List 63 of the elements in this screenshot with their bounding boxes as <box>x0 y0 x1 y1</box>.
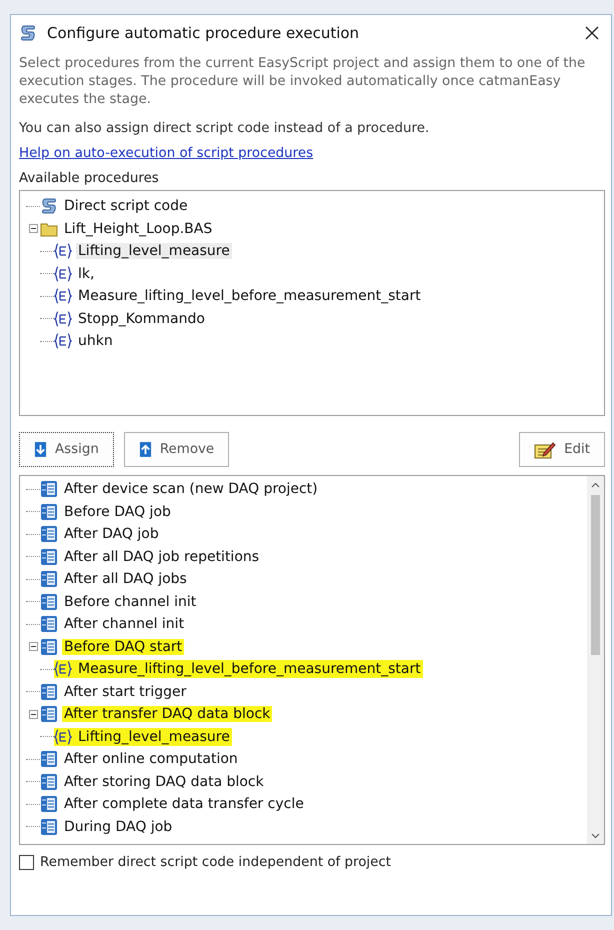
help-link[interactable]: Help on auto-execution of script procedures <box>19 146 314 161</box>
checkbox[interactable] <box>19 855 34 870</box>
stage-item[interactable]: After start trigger <box>62 684 188 700</box>
collapse-toggle[interactable] <box>28 642 38 652</box>
scroll-icon <box>19 24 37 42</box>
notepad-pencil-icon <box>534 440 556 458</box>
tree-item[interactable]: lk, <box>76 266 96 282</box>
procedure-icon <box>54 310 72 328</box>
stage-item[interactable]: After transfer DAQ data block <box>62 706 272 722</box>
close-icon <box>583 24 601 42</box>
stage-icon <box>40 592 58 611</box>
note-text: You can also assign direct script code instead of a procedure. <box>19 121 430 136</box>
stage-icon <box>40 548 58 566</box>
description-text: Select procedures from the current EasyScript project and assign them to one of the execution stages. The procedure will be invoked automatically once catmanEasy executes the stage. <box>19 55 586 109</box>
procedure-icon <box>54 242 72 260</box>
stage-icon <box>40 750 58 768</box>
stage-item[interactable]: After channel init <box>62 616 186 632</box>
stage-item[interactable]: After DAQ job <box>62 526 161 542</box>
checkbox-label: Remember direct script code independent of project <box>40 855 391 870</box>
stage-item[interactable]: After all DAQ job repetitions <box>62 548 262 565</box>
tree-item[interactable]: Measure_lifting_level_before_measurement_start <box>76 288 423 304</box>
stage-item[interactable]: After all DAQ jobs <box>62 571 189 588</box>
stage-icon <box>40 705 58 724</box>
stage-icon <box>40 772 58 791</box>
chevron-down-icon <box>591 832 600 838</box>
stage-icon <box>40 502 58 521</box>
procedure-icon <box>54 332 72 350</box>
stage-item[interactable]: After online computation <box>62 751 240 768</box>
stage-icon <box>40 615 58 634</box>
assign-button[interactable]: Assign <box>19 432 114 467</box>
stage-icon <box>40 795 58 814</box>
stage-item[interactable]: After storing DAQ data block <box>62 774 266 790</box>
down-arrow-icon <box>34 441 47 458</box>
stage-item[interactable]: After complete data transfer cycle <box>62 796 306 812</box>
stage-item[interactable]: Before channel init <box>62 594 198 610</box>
tree-item[interactable]: uhkn <box>76 333 115 350</box>
tree-item[interactable]: Lift_Height_Loop.BAS <box>62 220 214 237</box>
tree-item[interactable]: Stopp_Kommando <box>76 310 207 327</box>
collapse-toggle[interactable] <box>28 710 38 719</box>
tree-item[interactable]: Direct script code <box>62 198 190 214</box>
remove-button[interactable]: Remove <box>124 432 230 467</box>
stage-item[interactable]: During DAQ job <box>62 818 174 835</box>
procedure-icon <box>54 728 72 746</box>
scroll-icon <box>40 197 58 216</box>
stage-item[interactable]: Before DAQ job <box>62 504 173 520</box>
up-arrow-icon <box>138 441 152 458</box>
stage-icon <box>40 818 58 836</box>
chevron-up-icon <box>591 482 600 488</box>
stage-icon <box>40 638 58 656</box>
collapse-toggle[interactable] <box>28 224 38 234</box>
stage-item[interactable]: After device scan (new DAQ project) <box>62 481 320 498</box>
procedure-icon <box>54 287 72 306</box>
edit-button[interactable]: Edit <box>519 432 605 467</box>
procedure-icon <box>54 660 72 678</box>
tree-item[interactable]: Lifting_level_measure <box>76 243 232 260</box>
stage-icon <box>40 682 58 701</box>
stage-item[interactable]: Before DAQ start <box>62 638 184 655</box>
stage-icon <box>40 525 58 544</box>
section-label: Available procedures <box>19 171 160 186</box>
window-title: Configure automatic procedure execution <box>47 24 360 42</box>
stage-icon <box>40 480 58 498</box>
stage-icon <box>40 570 58 588</box>
procedure-icon <box>54 264 72 283</box>
